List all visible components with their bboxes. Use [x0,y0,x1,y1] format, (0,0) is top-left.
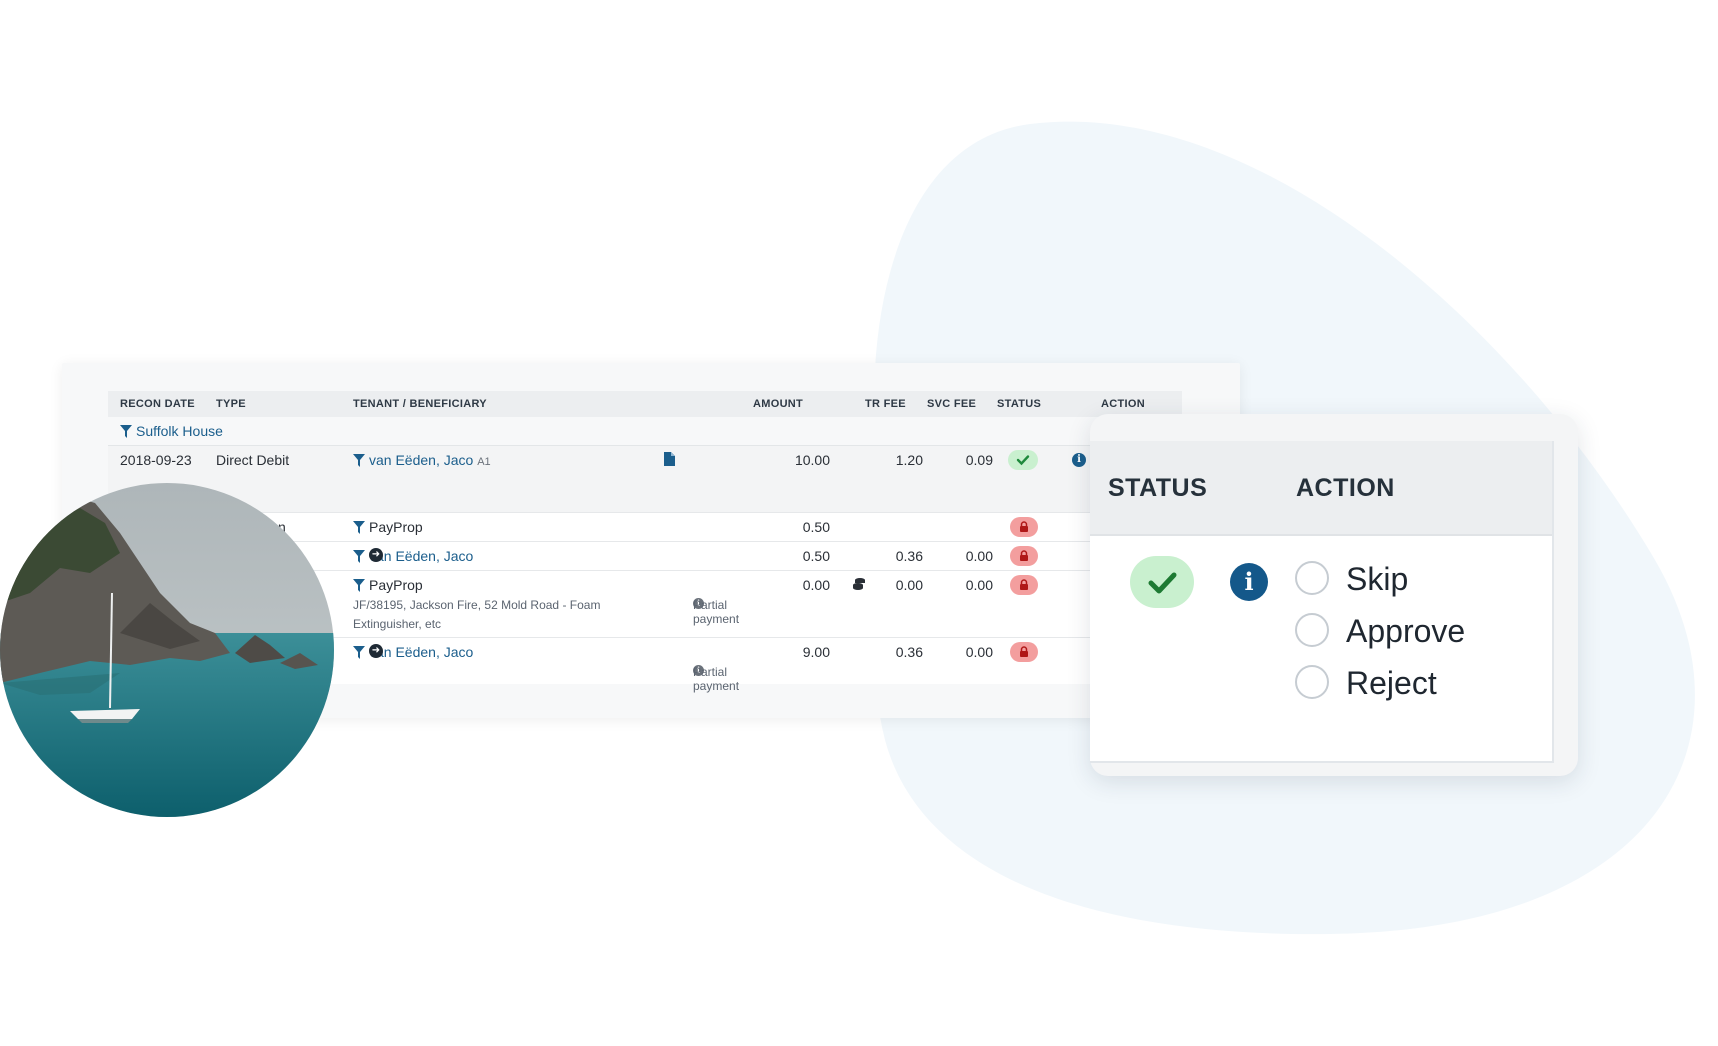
radio-approve[interactable] [1295,613,1329,647]
lock-icon [1020,550,1028,561]
zoom-panel: STATUS ACTION i Skip Approve Reject [1090,414,1578,776]
row-svc-fee: 0.00 [965,644,993,660]
row-amount: 0.50 [802,519,830,535]
status-badge [1010,575,1038,595]
check-icon [1016,455,1030,466]
lock-icon [1020,646,1028,657]
check-icon [1148,572,1177,594]
col-svc-fee: SVC FEE [927,398,977,410]
tenant-link[interactable]: ➜ van Eëden, Jaco [353,548,473,564]
beneficiary-name: PayProp [369,577,423,593]
zoom-action-header: ACTION [1296,474,1395,502]
row-amount: 9.00 [802,644,830,660]
status-badge-large [1130,556,1194,608]
filter-icon [353,454,365,467]
tenant-name: van Eëden, Jaco [369,452,474,468]
lock-icon [1020,521,1028,532]
zoom-header: STATUS ACTION [1090,441,1552,536]
zoom-status-header: STATUS [1108,474,1208,502]
row-svc-fee: 0.00 [965,548,993,564]
arrow-circle-icon: ➜ [369,644,383,658]
beneficiary[interactable]: PayProp [353,519,423,535]
col-action: ACTION [1101,398,1145,410]
radio-label-reject: Reject [1346,665,1437,701]
row-amount: 0.50 [802,548,830,564]
col-recon-date: RECON DATE [120,398,195,410]
status-badge [1010,546,1038,566]
beneficiary[interactable]: PayProp [353,577,423,593]
row-tr-fee: 0.36 [895,548,923,564]
row-detail-line2: Extinguisher, etc [353,617,442,631]
tenant-link[interactable]: ➜ van Eëden, Jaco [353,644,473,660]
document-icon[interactable] [664,452,675,466]
filter-icon [353,521,365,534]
row-amount: 10.00 [794,452,830,468]
note-text: Partial payment [693,665,740,693]
row-type: Direct Debit [216,452,290,468]
zoom-panel-content: STATUS ACTION i Skip Approve Reject [1090,441,1554,763]
col-type: TYPE [216,398,246,410]
filter-icon [120,425,132,438]
tenant-name: van Eëden, Jaco [369,548,474,564]
col-tr-fee: TR FEE [865,398,906,410]
row-detail-line1: JF/38195, Jackson Fire, 52 Mold Road - F… [353,598,601,612]
note-text: Partial payment [693,598,740,626]
row-tr-fee: 0.36 [895,644,923,660]
group-link[interactable]: Suffolk House [120,423,223,439]
info-icon[interactable]: i [1072,453,1086,467]
radio-skip[interactable] [1295,561,1329,595]
table-row[interactable]: 2018-09-23 Direct Debit van Eëden, Jaco … [108,446,1182,513]
arrow-circle-icon: ➜ [369,548,383,562]
radio-reject[interactable] [1295,665,1329,699]
row-svc-fee: 0.00 [965,577,993,593]
filter-icon [353,646,365,659]
row-amount: 0.00 [802,577,830,593]
lock-icon [1020,579,1028,590]
row-tr-fee: 0.00 [895,577,923,593]
beneficiary-name: PayProp [369,519,423,535]
col-tenant: TENANT / BENEFICIARY [353,398,487,410]
table-header: RECON DATE TYPE TENANT / BENEFICIARY AMO… [108,391,1182,417]
row-tr-fee: 1.20 [895,452,923,468]
tenant-name: van Eëden, Jaco [369,644,474,660]
filter-icon [353,550,365,563]
tenant-link[interactable]: van Eëden, Jaco A1 [353,452,491,468]
radio-label-approve: Approve [1346,613,1466,649]
radio-label-skip: Skip [1346,561,1409,597]
coastal-photo [0,483,334,817]
status-badge [1010,517,1038,537]
group-label: Suffolk House [136,423,223,439]
row-svc-fee: 0.09 [965,452,993,468]
filter-icon [353,579,365,592]
row-date: 2018-09-23 [120,452,192,468]
status-badge [1008,450,1038,470]
col-status: STATUS [997,398,1042,410]
col-amount: AMOUNT [753,398,804,410]
unit-label: A1 [477,456,491,468]
info-icon[interactable]: i [1230,563,1268,601]
status-badge [1010,642,1038,662]
group-row[interactable]: Suffolk House [108,417,1182,446]
